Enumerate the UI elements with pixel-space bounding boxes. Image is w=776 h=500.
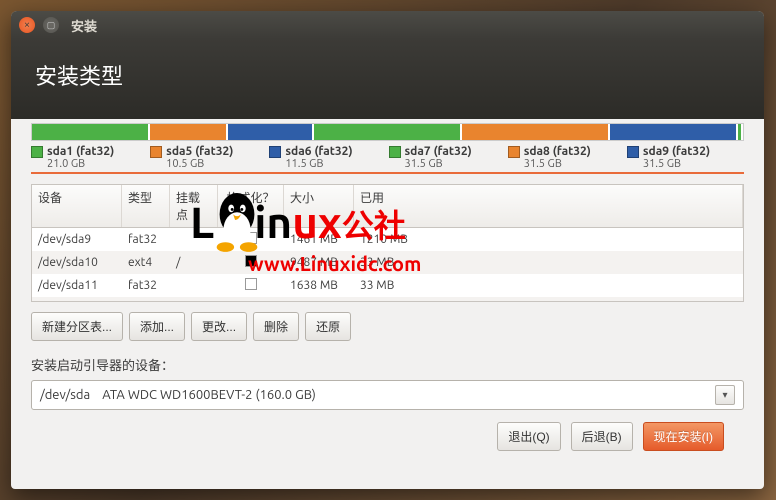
- boot-device: /dev/sda: [40, 388, 90, 402]
- partition-segment[interactable]: [738, 124, 743, 140]
- checkbox-icon[interactable]: [245, 278, 257, 290]
- table-row[interactable]: /dev/sda12 swap 526 MB 33 MB: [32, 297, 743, 302]
- table-row[interactable]: /dev/sda10 ext4 / 9487 MB 33 MB: [32, 251, 743, 274]
- quit-button[interactable]: 退出(Q): [497, 422, 560, 451]
- checkbox-icon[interactable]: [245, 301, 257, 302]
- cell-used: 33 MB: [354, 300, 743, 302]
- install-window: × ▢ 安装 安装类型 sda1 (fat32)21.0 GBsda5 (fat…: [11, 11, 764, 489]
- legend-size: 31.5 GB: [524, 158, 625, 170]
- col-format[interactable]: 格式化？: [218, 185, 284, 227]
- install-now-button[interactable]: 现在安装(I): [643, 422, 724, 451]
- table-row[interactable]: /dev/sda11 fat32 1638 MB 33 MB: [32, 274, 743, 297]
- col-device[interactable]: 设备: [32, 185, 122, 227]
- partition-segment[interactable]: [150, 124, 228, 140]
- content-area: sda1 (fat32)21.0 GBsda5 (fat32)10.5 GBsd…: [11, 123, 764, 467]
- cell-format[interactable]: [218, 253, 284, 272]
- cell-used: 1210 MB: [354, 231, 743, 248]
- table-row[interactable]: /dev/sda9 fat32 1461 MB 1210 MB: [32, 228, 743, 251]
- legend-swatch-icon: [389, 146, 401, 158]
- partition-segment[interactable]: [314, 124, 462, 140]
- cell-device: /dev/sda12: [32, 300, 122, 302]
- legend-label: sda5 (fat32): [166, 145, 233, 158]
- cell-device: /dev/sda11: [32, 277, 122, 294]
- cell-size: 526 MB: [284, 300, 354, 302]
- cell-format[interactable]: [218, 276, 284, 295]
- col-mount[interactable]: 挂载点: [170, 185, 218, 227]
- cell-mount: [170, 284, 218, 288]
- cell-type: swap: [122, 300, 170, 302]
- checkbox-icon[interactable]: [245, 255, 257, 267]
- cell-used: 33 MB: [354, 254, 743, 271]
- boot-device-desc: ATA WDC WD1600BEVT-2 (160.0 GB): [102, 388, 316, 402]
- bootloader-device-select[interactable]: /dev/sda ATA WDC WD1600BEVT-2 (160.0 GB)…: [31, 380, 744, 410]
- partition-segment[interactable]: [32, 124, 150, 140]
- cell-used: 33 MB: [354, 277, 743, 294]
- cell-format[interactable]: [218, 230, 284, 249]
- partition-segment[interactable]: [228, 124, 314, 140]
- cell-mount: [170, 238, 218, 242]
- legend-size: 11.5 GB: [285, 158, 386, 170]
- table-header: 设备 类型 挂载点 格式化？ 大小 已用: [32, 185, 743, 228]
- bootloader-label: 安装启动引导器的设备：: [31, 355, 744, 374]
- col-used[interactable]: 已用: [354, 185, 743, 227]
- new-partition-table-button[interactable]: 新建分区表...: [31, 312, 123, 341]
- maximize-icon[interactable]: ▢: [43, 17, 59, 33]
- legend-size: 10.5 GB: [166, 158, 267, 170]
- legend-item: sda1 (fat32)21.0 GB: [31, 145, 148, 170]
- legend-item: sda5 (fat32)10.5 GB: [150, 145, 267, 170]
- cell-size: 9487 MB: [284, 254, 354, 271]
- col-type[interactable]: 类型: [122, 185, 170, 227]
- partition-legend: sda1 (fat32)21.0 GBsda5 (fat32)10.5 GBsd…: [31, 145, 744, 174]
- legend-size: 21.0 GB: [47, 158, 148, 170]
- table-body: /dev/sda9 fat32 1461 MB 1210 MB /dev/sda…: [32, 228, 743, 302]
- col-size[interactable]: 大小: [284, 185, 354, 227]
- close-icon[interactable]: ×: [19, 17, 35, 33]
- page-header: 安装类型: [11, 39, 764, 119]
- legend-label: sda6 (fat32): [285, 145, 352, 158]
- change-button[interactable]: 更改...: [191, 312, 247, 341]
- cell-type: ext4: [122, 254, 170, 271]
- cell-mount: /: [170, 254, 218, 271]
- cell-type: fat32: [122, 231, 170, 248]
- legend-swatch-icon: [508, 146, 520, 158]
- legend-label: sda9 (fat32): [643, 145, 710, 158]
- legend-size: 31.5 GB: [643, 158, 744, 170]
- cell-type: fat32: [122, 277, 170, 294]
- legend-swatch-icon: [150, 146, 162, 158]
- add-button[interactable]: 添加...: [129, 312, 185, 341]
- checkbox-icon[interactable]: [245, 232, 257, 244]
- back-button[interactable]: 后退(B): [571, 422, 633, 451]
- cell-size: 1638 MB: [284, 277, 354, 294]
- cell-device: /dev/sda10: [32, 254, 122, 271]
- legend-swatch-icon: [269, 146, 281, 158]
- legend-swatch-icon: [31, 146, 43, 158]
- page-title: 安装类型: [35, 59, 740, 91]
- legend-item: sda6 (fat32)11.5 GB: [269, 145, 386, 170]
- legend-label: sda7 (fat32): [405, 145, 472, 158]
- legend-swatch-icon: [627, 146, 639, 158]
- partition-segment[interactable]: [610, 124, 738, 140]
- cell-size: 1461 MB: [284, 231, 354, 248]
- titlebar: × ▢ 安装: [11, 11, 764, 39]
- legend-item: sda7 (fat32)31.5 GB: [389, 145, 506, 170]
- partition-bar[interactable]: [31, 123, 744, 141]
- legend-label: sda8 (fat32): [524, 145, 591, 158]
- chevron-down-icon[interactable]: ▾: [715, 385, 735, 405]
- legend-label: sda1 (fat32): [47, 145, 114, 158]
- partition-segment[interactable]: [462, 124, 610, 140]
- cell-device: /dev/sda9: [32, 231, 122, 248]
- legend-item: sda9 (fat32)31.5 GB: [627, 145, 744, 170]
- window-title: 安装: [71, 16, 97, 35]
- cell-format[interactable]: [218, 299, 284, 302]
- partition-table[interactable]: 设备 类型 挂载点 格式化？ 大小 已用 /dev/sda9 fat32 146…: [31, 184, 744, 302]
- delete-button[interactable]: 删除: [253, 312, 299, 341]
- legend-size: 31.5 GB: [405, 158, 506, 170]
- footer-buttons: 退出(Q) 后退(B) 现在安装(I): [31, 410, 744, 451]
- revert-button[interactable]: 还原: [305, 312, 351, 341]
- legend-item: sda8 (fat32)31.5 GB: [508, 145, 625, 170]
- partition-buttons: 新建分区表... 添加... 更改... 删除 还原: [31, 312, 744, 341]
